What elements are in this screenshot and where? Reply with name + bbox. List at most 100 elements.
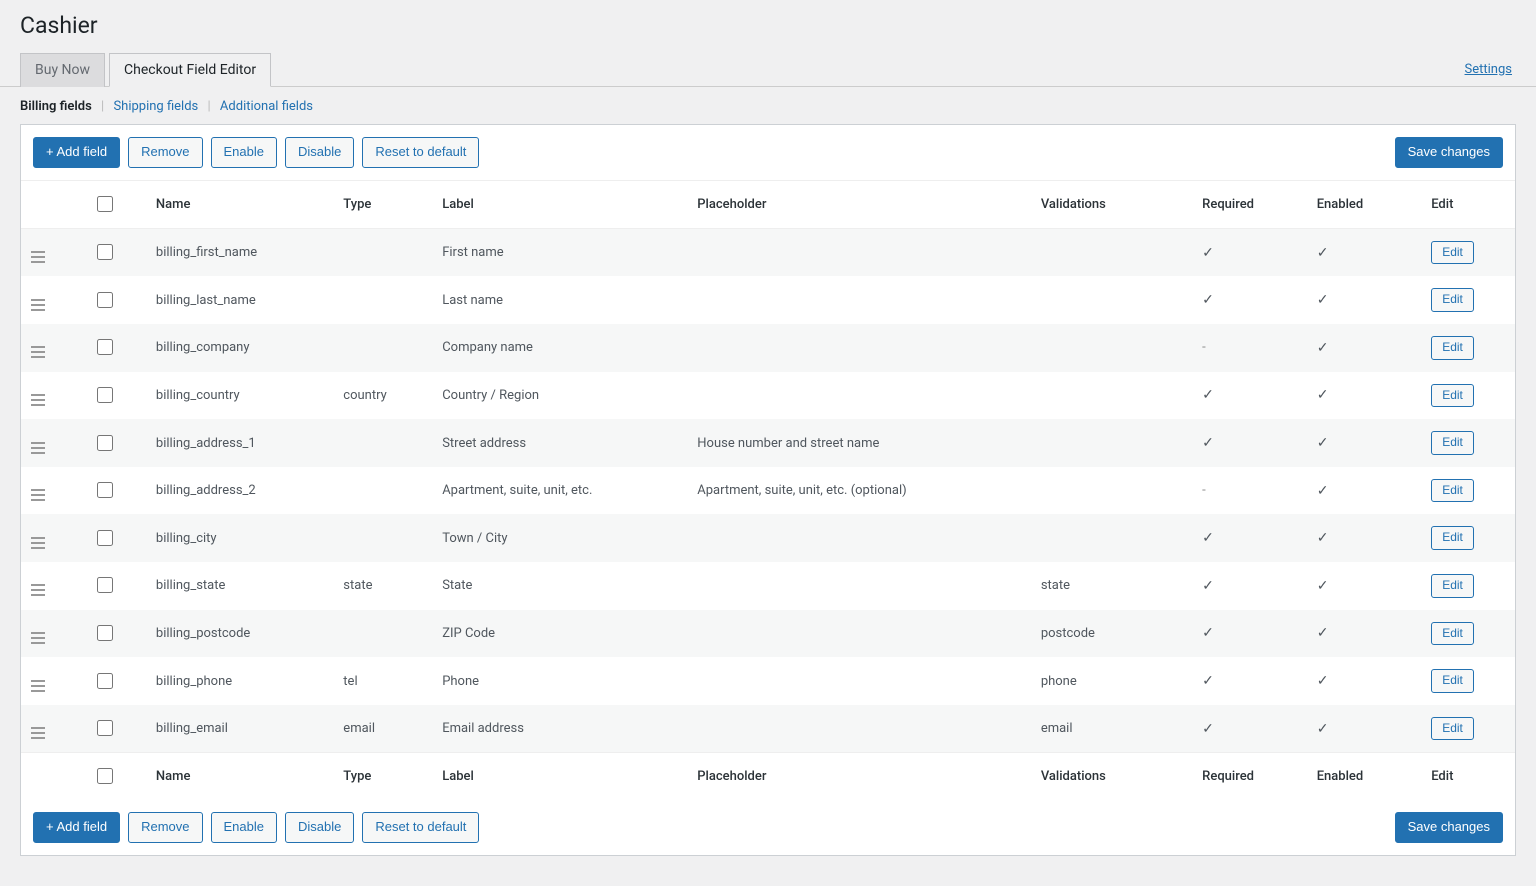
row-checkbox[interactable] (97, 720, 113, 736)
field-placeholder: House number and street name (687, 419, 1031, 467)
drag-handle-icon[interactable] (31, 584, 45, 596)
edit-row-button[interactable]: Edit (1431, 574, 1474, 598)
select-all-top[interactable] (97, 196, 113, 212)
field-validations (1031, 467, 1192, 515)
edit-row-button[interactable]: Edit (1431, 622, 1474, 646)
col-required: Required (1192, 180, 1307, 228)
field-name: billing_postcode (146, 610, 333, 658)
disable-button[interactable]: Disable (285, 812, 354, 843)
reset-button[interactable]: Reset to default (362, 137, 479, 168)
field-name: billing_address_2 (146, 467, 333, 515)
edit-row-button[interactable]: Edit (1431, 336, 1474, 360)
field-enabled: ✓ (1307, 705, 1422, 753)
field-type (333, 610, 432, 658)
edit-row-button[interactable]: Edit (1431, 384, 1474, 408)
settings-link[interactable]: Settings (1465, 62, 1516, 77)
field-required: ✓ (1192, 276, 1307, 324)
col-placeholder: Placeholder (687, 180, 1031, 228)
drag-handle-icon[interactable] (31, 442, 45, 454)
field-validations (1031, 324, 1192, 372)
edit-row-button[interactable]: Edit (1431, 479, 1474, 503)
check-icon: ✓ (1317, 625, 1329, 641)
drag-handle-icon[interactable] (31, 632, 45, 644)
field-name: billing_email (146, 705, 333, 753)
field-name: billing_first_name (146, 228, 333, 276)
enable-button[interactable]: Enable (211, 812, 277, 843)
row-checkbox[interactable] (97, 435, 113, 451)
row-checkbox[interactable] (97, 292, 113, 308)
enable-button[interactable]: Enable (211, 137, 277, 168)
field-name: billing_last_name (146, 276, 333, 324)
field-placeholder: Apartment, suite, unit, etc. (optional) (687, 467, 1031, 515)
fields-table: Name Type Label Placeholder Validations … (21, 180, 1515, 801)
drag-handle-icon[interactable] (31, 489, 45, 501)
edit-row-button[interactable]: Edit (1431, 241, 1474, 265)
tab-buy-now[interactable]: Buy Now (20, 53, 105, 87)
row-checkbox[interactable] (97, 482, 113, 498)
field-required: ✓ (1192, 705, 1307, 753)
col-label: Label (432, 753, 687, 801)
subnav-billing[interactable]: Billing fields (20, 99, 92, 114)
remove-button[interactable]: Remove (128, 137, 202, 168)
drag-handle-icon[interactable] (31, 346, 45, 358)
reset-button[interactable]: Reset to default (362, 812, 479, 843)
table-row: billing_first_nameFirst name✓✓Edit (21, 228, 1515, 276)
edit-row-button[interactable]: Edit (1431, 526, 1474, 550)
field-enabled: ✓ (1307, 514, 1422, 562)
field-placeholder (687, 276, 1031, 324)
subnav-shipping[interactable]: Shipping fields (113, 99, 198, 114)
col-type: Type (333, 180, 432, 228)
select-all-bottom[interactable] (97, 768, 113, 784)
field-placeholder (687, 610, 1031, 658)
col-placeholder: Placeholder (687, 753, 1031, 801)
check-icon: ✓ (1202, 721, 1214, 737)
row-checkbox[interactable] (97, 244, 113, 260)
row-checkbox[interactable] (97, 387, 113, 403)
drag-handle-icon[interactable] (31, 537, 45, 549)
field-validations: state (1031, 562, 1192, 610)
field-required: ✓ (1192, 372, 1307, 420)
edit-row-button[interactable]: Edit (1431, 669, 1474, 693)
row-checkbox[interactable] (97, 530, 113, 546)
drag-handle-icon[interactable] (31, 727, 45, 739)
row-checkbox[interactable] (97, 339, 113, 355)
check-icon: ✓ (1317, 530, 1329, 546)
dash-icon: - (1202, 483, 1206, 498)
field-required: - (1192, 467, 1307, 515)
field-placeholder (687, 324, 1031, 372)
edit-row-button[interactable]: Edit (1431, 717, 1474, 741)
drag-handle-icon[interactable] (31, 680, 45, 692)
row-checkbox[interactable] (97, 625, 113, 641)
field-name: billing_country (146, 372, 333, 420)
remove-button[interactable]: Remove (128, 812, 202, 843)
check-icon: ✓ (1202, 292, 1214, 308)
add-field-button[interactable]: + Add field (33, 812, 120, 843)
table-row: billing_emailemailEmail addressemail✓✓Ed… (21, 705, 1515, 753)
edit-row-button[interactable]: Edit (1431, 288, 1474, 312)
col-name: Name (146, 180, 333, 228)
field-label: ZIP Code (432, 610, 687, 658)
subnav-additional[interactable]: Additional fields (220, 99, 313, 114)
save-changes-button[interactable]: Save changes (1395, 812, 1503, 843)
row-checkbox[interactable] (97, 577, 113, 593)
field-label: Street address (432, 419, 687, 467)
table-row: billing_companyCompany name-✓Edit (21, 324, 1515, 372)
check-icon: ✓ (1317, 483, 1329, 499)
tab-checkout-field-editor[interactable]: Checkout Field Editor (109, 53, 271, 87)
field-enabled: ✓ (1307, 372, 1422, 420)
table-row: billing_statestateStatestate✓✓Edit (21, 562, 1515, 610)
col-validations: Validations (1031, 180, 1192, 228)
field-enabled: ✓ (1307, 467, 1422, 515)
field-enabled: ✓ (1307, 562, 1422, 610)
add-field-button[interactable]: + Add field (33, 137, 120, 168)
drag-handle-icon[interactable] (31, 299, 45, 311)
drag-handle-icon[interactable] (31, 394, 45, 406)
save-changes-button[interactable]: Save changes (1395, 137, 1503, 168)
col-enabled: Enabled (1307, 753, 1422, 801)
drag-handle-icon[interactable] (31, 251, 45, 263)
field-placeholder (687, 657, 1031, 705)
check-icon: ✓ (1317, 721, 1329, 737)
edit-row-button[interactable]: Edit (1431, 431, 1474, 455)
disable-button[interactable]: Disable (285, 137, 354, 168)
row-checkbox[interactable] (97, 673, 113, 689)
